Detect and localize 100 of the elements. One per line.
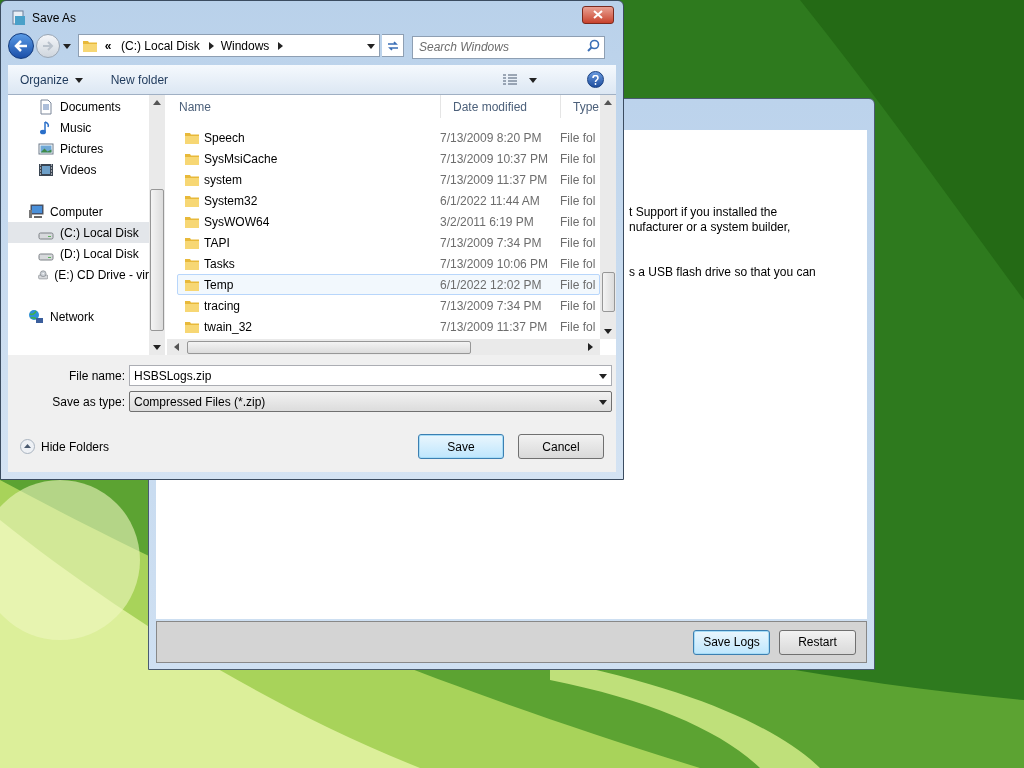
scroll-down-icon	[153, 343, 161, 351]
scroll-left-icon	[173, 343, 181, 351]
view-options-button[interactable]	[503, 73, 537, 86]
file-name: System32	[203, 192, 259, 210]
file-row[interactable]: Speech 7/13/2009 8:20 PM File fol	[177, 127, 600, 148]
drive-icon	[38, 231, 54, 240]
nav-item[interactable]: Music	[8, 117, 149, 138]
file-type-dropdown[interactable]: Compressed Files (*.zip)	[129, 391, 612, 412]
close-button[interactable]	[582, 5, 614, 24]
file-row[interactable]: tracing 7/13/2009 7:34 PM File fol	[177, 295, 600, 316]
file-type: File fol	[560, 276, 596, 294]
scroll-thumb[interactable]	[601, 272, 615, 312]
caret-icon	[63, 41, 71, 50]
file-date: 6/1/2022 12:02 PM	[440, 276, 543, 294]
dialog-button[interactable]: Restart	[779, 629, 856, 655]
breadcrumb-item[interactable]: Windows	[220, 36, 270, 55]
film-icon	[38, 161, 54, 178]
nav-item[interactable]: (E:) CD Drive - vir	[8, 264, 149, 285]
caret-icon	[367, 41, 375, 50]
network-icon	[28, 308, 44, 325]
scroll-right-icon	[586, 343, 594, 351]
file-date: 7/13/2009 10:06 PM	[440, 255, 550, 273]
file-row[interactable]: Temp 6/1/2022 12:02 PM File fol	[177, 274, 600, 295]
refresh-button[interactable]	[382, 34, 404, 57]
breadcrumb-item[interactable]: (C:) Local Disk	[121, 36, 200, 55]
file-row[interactable]: SysMsiCache 7/13/2009 10:37 PM File fol	[177, 148, 600, 169]
column-header[interactable]: Date modified	[441, 95, 561, 118]
dialog-button[interactable]: Cancel	[518, 434, 604, 459]
nav-item[interactable]: (C:) Local Disk	[8, 222, 149, 243]
file-name: Tasks	[203, 255, 236, 273]
caret-icon	[529, 75, 537, 84]
chevron-right-icon	[276, 41, 285, 50]
file-row[interactable]: twain_32 7/13/2009 11:37 PM File fol	[177, 316, 600, 337]
file-date: 3/2/2011 6:19 PM	[440, 213, 535, 231]
file-name: system	[203, 171, 243, 189]
nav-item[interactable]: Videos	[8, 159, 149, 180]
window-title: Save As	[32, 9, 77, 27]
file-date: 7/13/2009 10:37 PM	[440, 150, 550, 168]
file-name-field[interactable]: HSBSLogs.zip	[129, 365, 612, 386]
picture-icon	[38, 140, 54, 157]
file-type: File fol	[560, 150, 596, 168]
file-name: twain_32	[203, 318, 254, 336]
close-icon	[593, 10, 603, 19]
scroll-thumb[interactable]	[150, 189, 164, 331]
dialog-button[interactable]: Save Logs	[693, 629, 770, 655]
question-mark-icon	[592, 74, 599, 85]
file-row[interactable]: System32 6/1/2022 11:44 AM File fol	[177, 190, 600, 211]
back-button[interactable]	[8, 32, 34, 59]
file-row[interactable]: TAPI 7/13/2009 7:34 PM File fol	[177, 232, 600, 253]
breadcrumb-overflow[interactable]: «	[101, 36, 115, 55]
nav-item[interactable]: Network	[8, 306, 149, 327]
document-icon	[38, 98, 54, 115]
body-text: s a USB flash drive so that you can	[629, 265, 817, 280]
scroll-up-icon	[153, 99, 161, 107]
file-name: SysWOW64	[203, 213, 271, 231]
chevron-right-icon	[206, 41, 215, 50]
search-icon	[587, 39, 600, 52]
body-text: nufacturer or a system builder,	[629, 220, 792, 235]
file-date: 7/13/2009 7:34 PM	[440, 234, 543, 252]
file-row[interactable]: SysWOW64 3/2/2011 6:19 PM File fol	[177, 211, 600, 232]
address-bar[interactable]: « (C:) Local Disk Windows	[78, 34, 380, 57]
drive-icon	[38, 252, 54, 261]
toolbar-button[interactable]: New folder	[110, 68, 169, 91]
caret-icon	[599, 371, 607, 380]
horizontal-scrollbar[interactable]	[167, 339, 600, 355]
list-view-icon	[503, 73, 517, 86]
file-row[interactable]: Tasks 7/13/2009 10:06 PM File fol	[177, 253, 600, 274]
column-header[interactable]: Type	[561, 95, 600, 118]
toolbar-button[interactable]: Organize	[20, 68, 83, 91]
file-date: 6/1/2022 11:44 AM	[440, 192, 541, 210]
vertical-scrollbar[interactable]	[600, 95, 616, 339]
caret-icon	[74, 75, 83, 84]
column-header[interactable]: Name	[167, 95, 441, 118]
file-date: 7/13/2009 11:37 PM	[440, 171, 549, 189]
file-row[interactable]: system 7/13/2009 11:37 PM File fol	[177, 169, 600, 190]
nav-item[interactable]: Pictures	[8, 138, 149, 159]
file-name: tracing	[203, 297, 242, 315]
nav-item[interactable]: Computer	[8, 201, 149, 222]
back-arrow-icon	[14, 39, 28, 52]
file-type: File fol	[560, 297, 596, 315]
file-date: 7/13/2009 7:34 PM	[440, 297, 543, 315]
caret-icon	[599, 397, 607, 406]
scroll-thumb[interactable]	[187, 340, 471, 354]
file-type: File fol	[560, 213, 596, 231]
file-name: SysMsiCache	[203, 150, 279, 168]
nav-item[interactable]: (D:) Local Disk	[8, 243, 149, 264]
help-button[interactable]	[587, 71, 604, 88]
computer-icon	[28, 203, 44, 220]
file-type: File fol	[560, 129, 596, 147]
file-date: 7/13/2009 8:20 PM	[440, 129, 543, 147]
vertical-scrollbar[interactable]	[149, 95, 165, 355]
hide-folders-button[interactable]: Hide Folders	[20, 437, 110, 456]
dialog-button[interactable]: Save	[418, 434, 504, 459]
body-text: t Support if you installed the	[629, 205, 779, 220]
file-type: File fol	[560, 192, 596, 210]
file-type: File fol	[560, 318, 596, 336]
app-icon	[12, 9, 26, 26]
search-field[interactable]: Search Windows	[412, 35, 605, 59]
nav-item[interactable]: Documents	[8, 96, 149, 117]
file-date: 7/13/2009 11:37 PM	[440, 318, 549, 336]
